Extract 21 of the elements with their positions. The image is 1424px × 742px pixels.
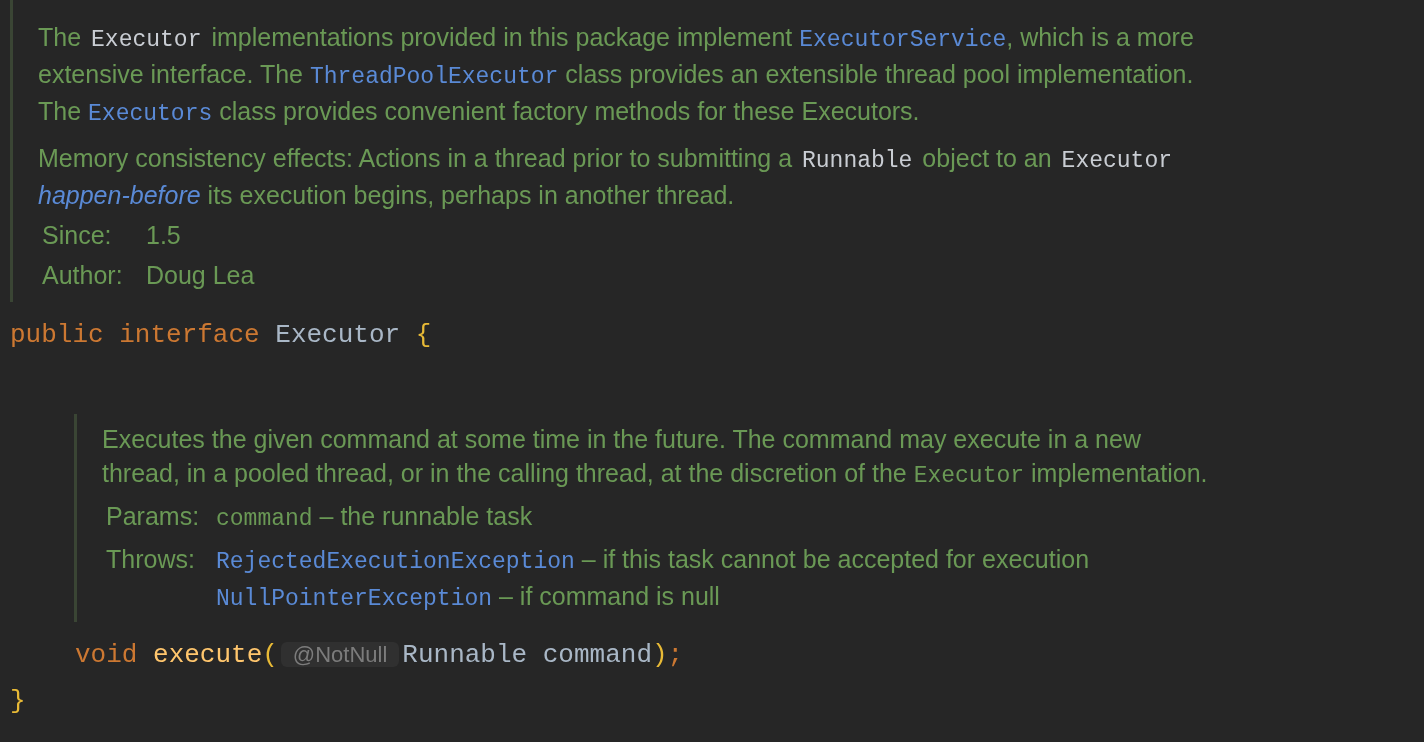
doc-paragraph: Memory consistency effects: Actions in a thread prior to submitting a Runnable object to an Executor happen-before its execution begins, perhaps in another thread. bbox=[38, 143, 1173, 211]
tag-value: 1.5 bbox=[146, 220, 181, 251]
tag-label: Throws: bbox=[106, 544, 196, 575]
doc-link[interactable]: RejectedExecutionException bbox=[216, 549, 575, 575]
doc-link[interactable]: Executors bbox=[88, 101, 213, 127]
code-line: void execute( @NotNull Runnable command); bbox=[74, 639, 685, 672]
tag-label: Params: bbox=[106, 501, 201, 532]
doc-link[interactable]: NullPointerException bbox=[216, 586, 493, 612]
doc-link[interactable]: ThreadPoolExecutor bbox=[309, 64, 559, 90]
code-line: public interface Executor { bbox=[9, 319, 433, 352]
tag-label: Since: bbox=[42, 220, 113, 251]
tag-value: Doug Lea bbox=[146, 260, 255, 291]
doc-paragraph: Executes the given command at some time in the future. The command may execute in a new thread, in a pooled thread, or in the calling thread, at the discretion of the Executor implementation. bbox=[102, 424, 1208, 491]
doc-paragraph: The Executor implementations provided in this package implement ExecutorService, which is a more extensive interface. The ThreadPoolExecutor class provides an extensible thread pool implementation. The Executors class provides convenient factory methods for these Executors. bbox=[38, 22, 1194, 129]
tag-label: Author: bbox=[42, 260, 124, 291]
code-line: } bbox=[9, 685, 27, 718]
doc-link[interactable]: happen-before bbox=[38, 181, 201, 209]
tag-value: NullPointerException – if command is null bbox=[216, 581, 721, 614]
tag-value: RejectedExecutionException – if this task cannot be accepted for execution bbox=[216, 544, 1090, 577]
tag-value: command – the runnable task bbox=[216, 501, 533, 534]
doc-link[interactable]: ExecutorService bbox=[799, 27, 1007, 53]
